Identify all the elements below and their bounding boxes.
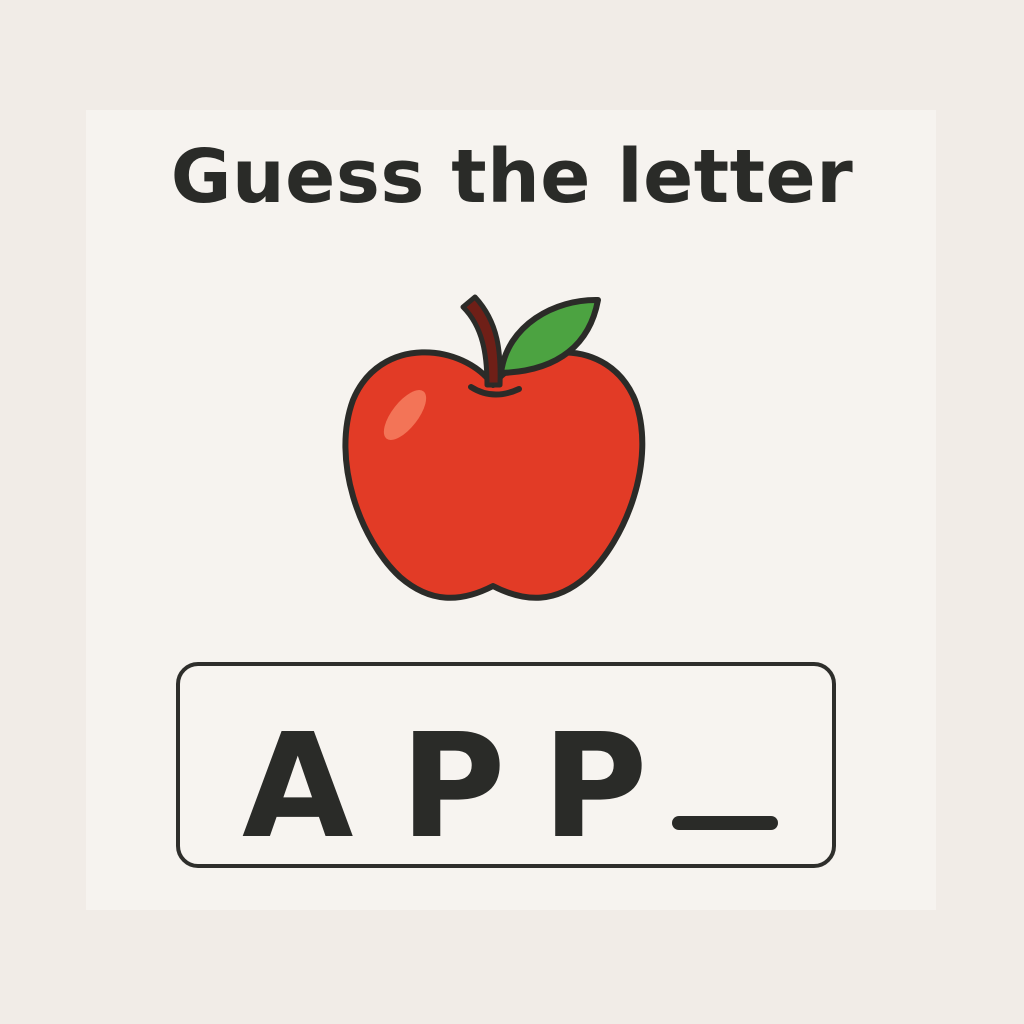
word-display: A P P <box>176 662 836 868</box>
game-title: Guess the letter <box>170 134 854 220</box>
apple-icon <box>342 294 646 601</box>
word-letter: P <box>400 702 506 870</box>
word-letter: A <box>242 702 354 870</box>
missing-letter-blank[interactable] <box>672 816 778 830</box>
word-letter: P <box>542 702 648 870</box>
